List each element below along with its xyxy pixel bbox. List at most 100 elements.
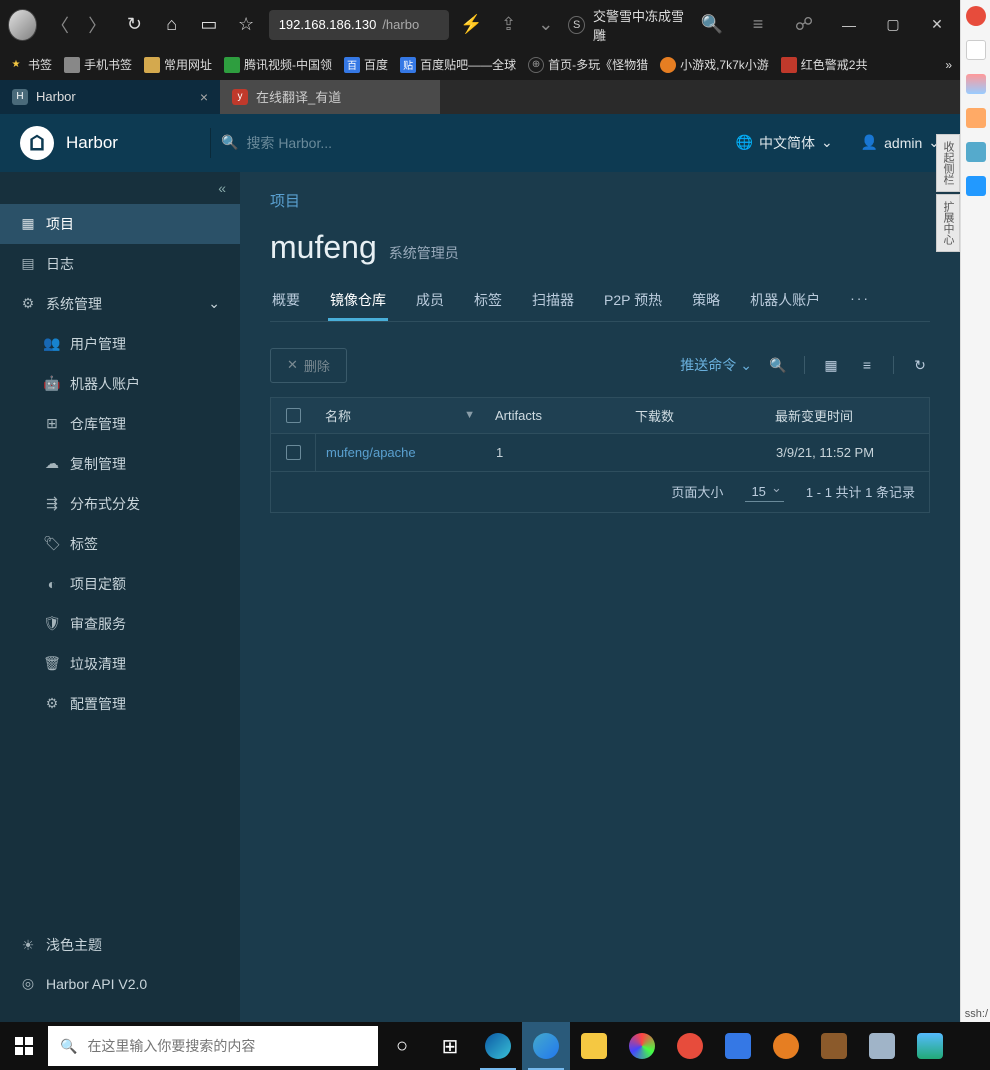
column-name[interactable]: 名称▼: [315, 406, 485, 425]
bookmark-item[interactable]: 腾讯视频-中国领: [224, 56, 332, 73]
harbor-search-input[interactable]: [246, 135, 446, 151]
app-icon[interactable]: [966, 176, 986, 196]
language-selector[interactable]: 🌐 中文简体 ⌄: [736, 133, 833, 153]
sidebar-item-distribution[interactable]: ⇶分布式分发: [0, 484, 240, 524]
app-icon[interactable]: [762, 1022, 810, 1070]
tab-policy[interactable]: 策略: [690, 282, 722, 321]
search-icon[interactable]: 🔍: [768, 355, 788, 375]
tab-members[interactable]: 成员: [414, 282, 446, 321]
repository-link[interactable]: mufeng/apache: [315, 433, 416, 471]
back-button[interactable]: 〈: [45, 9, 74, 41]
row-checkbox[interactable]: [286, 445, 301, 460]
sidebar-item-projects[interactable]: ▦项目: [0, 204, 240, 244]
menu-icon[interactable]: ≡: [742, 9, 774, 41]
side-float-tab[interactable]: 收起侧栏: [936, 134, 960, 192]
app-icon[interactable]: [966, 40, 986, 60]
app-icon[interactable]: [858, 1022, 906, 1070]
task-view-icon[interactable]: ⊞: [426, 1022, 474, 1070]
tab-robots[interactable]: 机器人账户: [748, 282, 822, 321]
profile-avatar[interactable]: [8, 9, 37, 41]
close-button[interactable]: ✕: [922, 10, 952, 40]
bookmark-item[interactable]: 小游戏,7k7k小游: [660, 56, 769, 73]
app-icon[interactable]: [618, 1022, 666, 1070]
sidebar-item-gc[interactable]: 🗑垃圾清理: [0, 644, 240, 684]
column-downloads[interactable]: 下载数: [625, 406, 765, 425]
sogou-icon[interactable]: S: [568, 16, 585, 34]
sidebar-item-registries[interactable]: ⊞仓库管理: [0, 404, 240, 444]
bookmark-item[interactable]: 百百度: [344, 56, 388, 73]
sidebar-item-robots[interactable]: 🤖机器人账户: [0, 364, 240, 404]
tab-labels[interactable]: 标签: [472, 282, 504, 321]
maximize-button[interactable]: ▢: [878, 10, 908, 40]
harbor-search[interactable]: 🔍: [221, 134, 446, 151]
tab-more[interactable]: ···: [848, 282, 872, 321]
sidebar-item-replication[interactable]: ☁复制管理: [0, 444, 240, 484]
taskbar-search[interactable]: 🔍: [48, 1026, 378, 1066]
edge-icon[interactable]: [474, 1022, 522, 1070]
tab-scanner[interactable]: 扫描器: [530, 282, 576, 321]
minimize-button[interactable]: —: [834, 10, 864, 40]
home-button[interactable]: ⌂: [157, 9, 186, 41]
app-icon[interactable]: [966, 6, 986, 26]
app-icon[interactable]: [906, 1022, 954, 1070]
bookmark-item[interactable]: 红色警戒2共: [781, 56, 868, 73]
app-icon[interactable]: [966, 142, 986, 162]
harbor-logo[interactable]: Harbor: [20, 126, 210, 160]
chevron-down-icon: ⌄: [821, 134, 833, 151]
refresh-icon[interactable]: ↻: [910, 355, 930, 375]
sidebar-item-config[interactable]: ⚙配置管理: [0, 684, 240, 724]
app-icon[interactable]: [810, 1022, 858, 1070]
chevron-down-icon[interactable]: ⌄: [531, 9, 560, 41]
vmware-icon[interactable]: [714, 1022, 762, 1070]
explorer-icon[interactable]: [570, 1022, 618, 1070]
side-float-tab[interactable]: 扩展中心: [936, 194, 960, 252]
bookmarks-menu[interactable]: ★书签: [8, 56, 52, 73]
page-size-select[interactable]: 15: [745, 482, 783, 502]
browser-tab-harbor[interactable]: H Harbor ×: [0, 80, 220, 114]
favorite-button[interactable]: ☆: [231, 9, 260, 41]
sidebar-item-interrogation[interactable]: 🛡审查服务: [0, 604, 240, 644]
bookmark-item[interactable]: 手机书签: [64, 56, 132, 73]
column-updated[interactable]: 最新变更时间: [765, 406, 929, 425]
cortana-icon[interactable]: ○: [378, 1022, 426, 1070]
select-all-checkbox[interactable]: [286, 408, 301, 423]
sidebar-item-logs[interactable]: ▤日志: [0, 244, 240, 284]
column-artifacts[interactable]: Artifacts: [485, 408, 625, 423]
card-view-icon[interactable]: ▦: [821, 355, 841, 375]
sidebar-collapse-button[interactable]: «: [0, 172, 240, 204]
extensions-icon[interactable]: ☍: [788, 9, 820, 41]
address-bar[interactable]: 192.168.186.130/harbo: [269, 10, 449, 40]
sidebar-item-users[interactable]: 👥用户管理: [0, 324, 240, 364]
browser-tab-youdao[interactable]: y 在线翻译_有道: [220, 80, 440, 114]
tab-repositories[interactable]: 镜像仓库: [328, 282, 388, 321]
sidebar-theme-toggle[interactable]: ☀浅色主题: [0, 925, 240, 965]
delete-button[interactable]: ✕删除: [270, 348, 347, 383]
taskbar-search-input[interactable]: [87, 1038, 366, 1054]
start-button[interactable]: [0, 1022, 48, 1070]
browser-icon[interactable]: [522, 1022, 570, 1070]
close-tab-icon[interactable]: ×: [200, 89, 208, 105]
app-icon[interactable]: [666, 1022, 714, 1070]
app-icon[interactable]: [966, 108, 986, 128]
share-icon[interactable]: ⇪: [494, 9, 523, 41]
bookmark-item[interactable]: 贴百度贴吧——全球: [400, 56, 516, 73]
reader-button[interactable]: ▭: [194, 9, 223, 41]
user-menu[interactable]: 👤 admin ⌄: [861, 134, 940, 151]
tab-summary[interactable]: 概要: [270, 282, 302, 321]
sidebar-item-labels[interactable]: 🏷标签: [0, 524, 240, 564]
bookmarks-overflow[interactable]: »: [945, 58, 952, 72]
sidebar-api-link[interactable]: ◎Harbor API V2.0: [0, 965, 240, 1002]
search-icon[interactable]: 🔍: [696, 9, 728, 41]
filter-icon[interactable]: ▼: [464, 409, 475, 421]
tab-p2p[interactable]: P2P 预热: [602, 282, 664, 321]
reload-button[interactable]: ↻: [120, 9, 149, 41]
sidebar-item-administration[interactable]: ⚙系统管理⌄: [0, 284, 240, 324]
flash-icon[interactable]: ⚡: [457, 9, 486, 41]
bookmark-item[interactable]: 常用网址: [144, 56, 212, 73]
push-command-dropdown[interactable]: 推送命令 ⌄: [680, 355, 752, 375]
app-icon[interactable]: [966, 74, 986, 94]
breadcrumb[interactable]: 项目: [270, 190, 930, 211]
bookmark-item[interactable]: ⊕首页-多玩《怪物猎: [528, 56, 648, 73]
list-view-icon[interactable]: ≡: [857, 355, 877, 375]
sidebar-item-quotas[interactable]: ◐项目定额: [0, 564, 240, 604]
